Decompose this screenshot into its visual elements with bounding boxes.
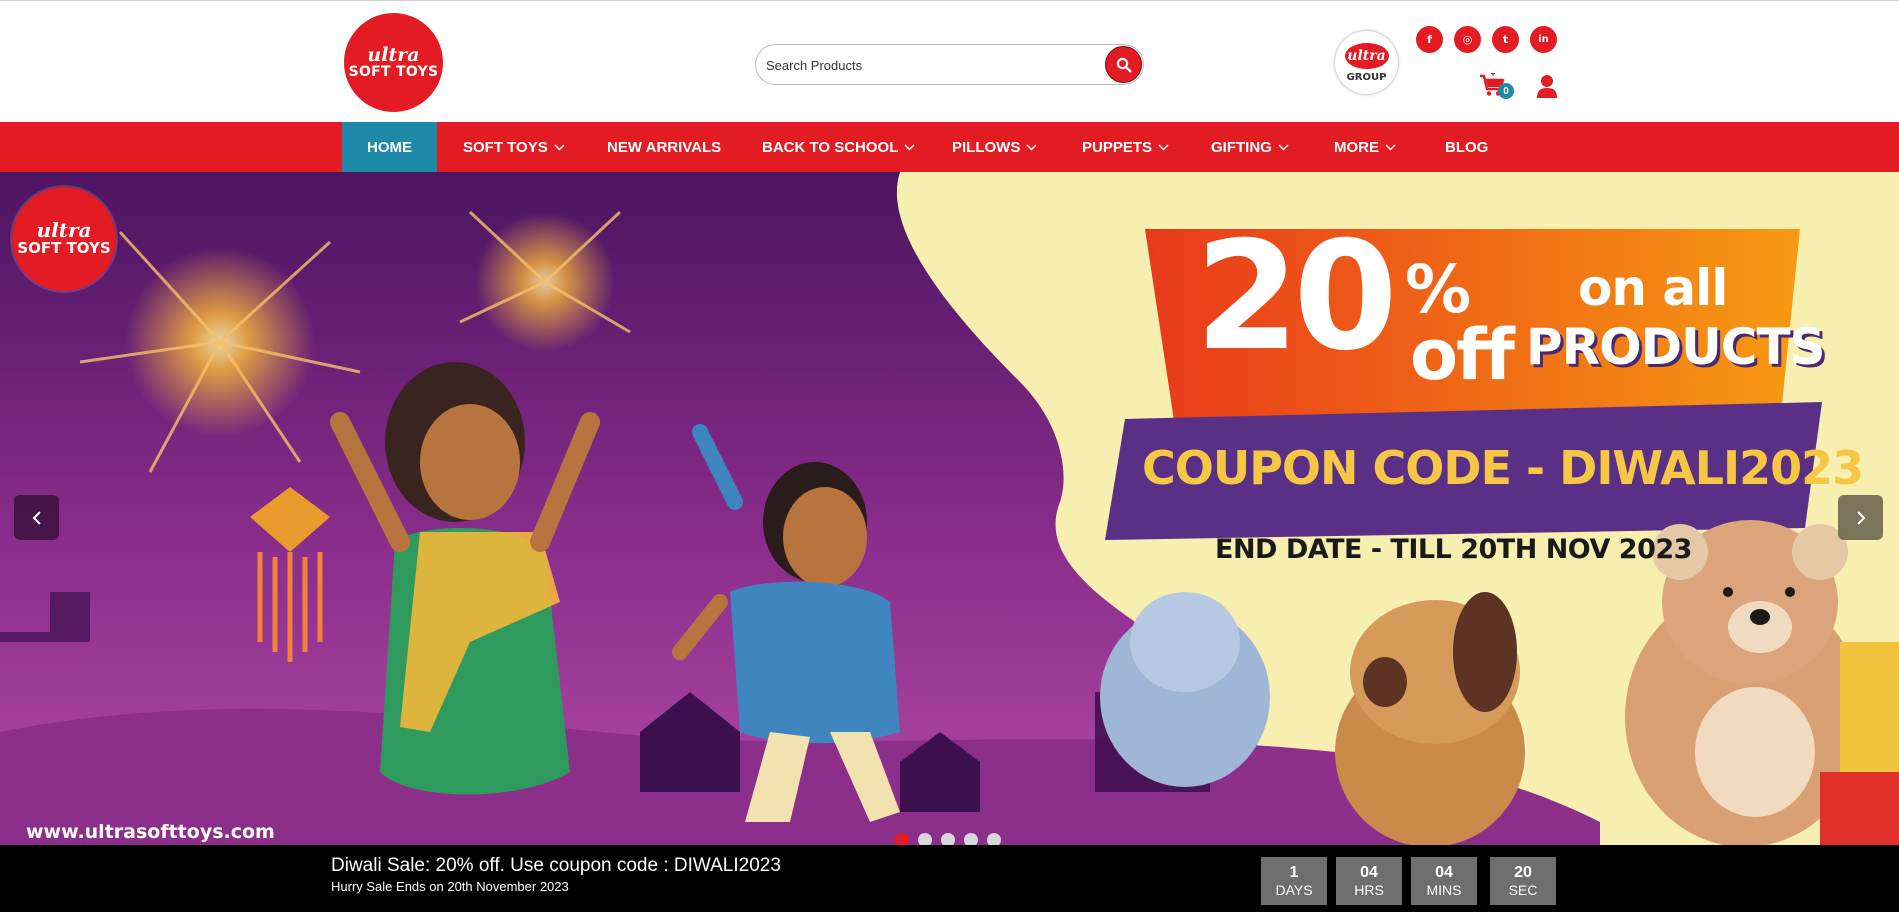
promo-off-text: off	[1410, 314, 1515, 396]
nav-item-more[interactable]: MORE	[1334, 122, 1396, 172]
nav-item-label: BLOG	[1445, 138, 1489, 156]
promo-products-text: PRODUCTS	[1526, 318, 1826, 376]
countdown-value: 20	[1514, 863, 1532, 881]
chevron-left-icon	[32, 510, 41, 525]
site-header: ultra SOFT TOYS ultra GROUP f ◎ t	[0, 0, 1899, 122]
linkedin-icon: in	[1538, 34, 1549, 45]
nav-item-home[interactable]: HOME	[342, 122, 437, 172]
hero-slider: ultra SOFT TOYS 20 % off on all PRODUCTS…	[0, 172, 1899, 845]
nav-item-label: PILLOWS	[952, 138, 1021, 156]
slider-dot[interactable]	[987, 833, 1001, 845]
slider-prev-button[interactable]	[14, 495, 59, 540]
chevron-down-icon	[1278, 143, 1289, 151]
nav-item-blog[interactable]: BLOG	[1445, 122, 1488, 172]
chevron-down-icon	[1026, 143, 1037, 151]
chevron-down-icon	[554, 143, 565, 151]
chevron-down-icon	[1158, 143, 1169, 151]
search-bar	[755, 44, 1144, 85]
page: ultra SOFT TOYS ultra GROUP f ◎ t	[0, 0, 1899, 912]
promo-discount-number: 20	[1195, 210, 1398, 384]
facebook-link[interactable]: f	[1416, 26, 1443, 53]
nav-item-label: HOME	[367, 138, 412, 156]
hero-logo-subtitle: SOFT TOYS	[17, 239, 111, 257]
nav-item-label: BACK TO SCHOOL	[762, 138, 899, 156]
slider-dot[interactable]	[941, 833, 955, 845]
search-input[interactable]	[766, 54, 1096, 76]
countdown-days: 1 DAYS	[1261, 857, 1327, 905]
nav-item-puppets[interactable]: PUPPETS	[1082, 122, 1169, 172]
account-button[interactable]	[1536, 74, 1558, 98]
countdown-minutes: 04 MINS	[1411, 857, 1477, 905]
chevron-right-icon	[1856, 510, 1865, 525]
hero-logo: ultra SOFT TOYS	[12, 187, 116, 291]
nav-item-label: MORE	[1334, 138, 1379, 156]
countdown-unit: DAYS	[1275, 881, 1313, 898]
instagram-icon: ◎	[1462, 33, 1473, 46]
slider-dot[interactable]	[895, 833, 909, 845]
site-logo[interactable]: ultra SOFT TOYS	[344, 13, 443, 112]
countdown-unit: SEC	[1508, 881, 1538, 898]
hero-website-url: www.ultrasofttoys.com	[26, 821, 275, 843]
countdown-value: 04	[1435, 863, 1453, 881]
slider-pagination	[895, 833, 1001, 845]
slider-next-button[interactable]	[1838, 495, 1883, 540]
promo-coupon-code: COUPON CODE - DIWALI2023	[1142, 441, 1864, 495]
main-nav: HOME SOFT TOYS NEW ARRIVALS BACK TO SCHO…	[0, 122, 1899, 172]
user-icon	[1537, 75, 1557, 98]
slider-dot[interactable]	[918, 833, 932, 845]
chevron-down-icon	[904, 143, 915, 151]
nav-item-new-arrivals[interactable]: NEW ARRIVALS	[607, 122, 721, 172]
sale-countdown-bar: Diwali Sale: 20% off. Use coupon code : …	[0, 845, 1899, 912]
nav-item-back-to-school[interactable]: BACK TO SCHOOL	[762, 122, 915, 172]
twitter-icon: t	[1502, 33, 1509, 46]
search-icon	[1116, 57, 1132, 73]
ultra-group-logo[interactable]: ultra GROUP	[1334, 30, 1399, 95]
countdown-unit: MINS	[1426, 881, 1462, 898]
countdown-seconds: 20 SEC	[1490, 857, 1556, 905]
nav-item-pillows[interactable]: PILLOWS	[952, 122, 1037, 172]
slider-dot[interactable]	[964, 833, 978, 845]
countdown-value: 04	[1360, 863, 1378, 881]
logo-wordmark: ultra	[367, 43, 420, 66]
cart-button[interactable]: 0	[1479, 73, 1515, 101]
sale-title: Diwali Sale: 20% off. Use coupon code : …	[331, 855, 781, 876]
facebook-icon: f	[1427, 33, 1432, 46]
instagram-link[interactable]: ◎	[1454, 26, 1481, 53]
logo-subtitle: SOFT TOYS	[348, 63, 439, 80]
twitter-link[interactable]: t	[1492, 26, 1519, 53]
nav-item-gifting[interactable]: GIFTING	[1211, 122, 1289, 172]
chevron-down-icon	[1385, 143, 1396, 151]
group-logo-label: GROUP	[1346, 71, 1387, 83]
nav-item-label: NEW ARRIVALS	[607, 138, 722, 156]
group-logo-wordmark: ultra	[1344, 42, 1389, 69]
nav-item-soft-toys[interactable]: SOFT TOYS	[463, 122, 565, 172]
hero-logo-wordmark: ultra	[36, 218, 92, 242]
countdown-hours: 04 HRS	[1336, 857, 1402, 905]
countdown-value: 1	[1289, 863, 1299, 881]
nav-item-label: GIFTING	[1211, 138, 1272, 156]
sale-subtitle: Hurry Sale Ends on 20th November 2023	[331, 879, 569, 894]
linkedin-link[interactable]: in	[1530, 26, 1557, 53]
cart-count-badge: 0	[1498, 83, 1514, 99]
nav-item-label: SOFT TOYS	[463, 138, 548, 156]
countdown-unit: HRS	[1354, 881, 1384, 898]
promo-end-date: END DATE - TILL 20TH NOV 2023	[1215, 534, 1692, 565]
search-button[interactable]	[1105, 46, 1142, 83]
nav-item-label: PUPPETS	[1082, 138, 1153, 156]
promo-on-all-text: on all	[1578, 259, 1728, 317]
